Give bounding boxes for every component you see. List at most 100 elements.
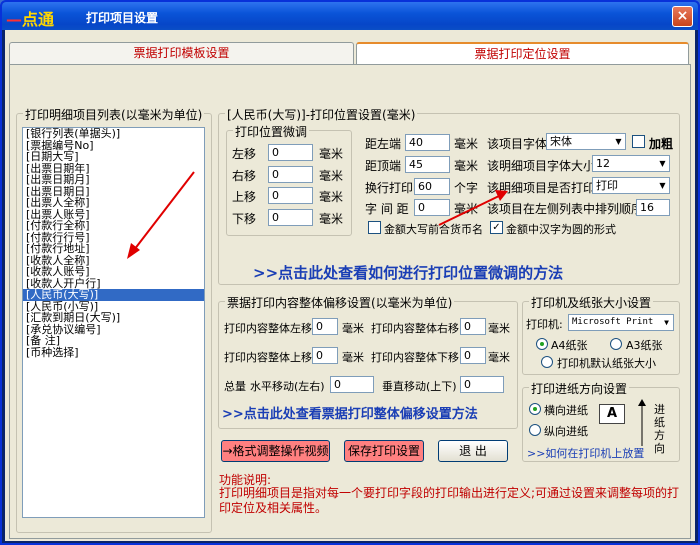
right-shift-label: 右移 [232,169,257,183]
currency-label: 金额大写前合货币名 [384,223,483,236]
item-listbox[interactable]: [银行列表(单据头)] [票据编号No] [日期大写] [出票日期年] [出票日期月][… [22,127,205,518]
print-settings-window: —点通 打印项目设置 × 票据打印模板设置 票据打印定位设置 打印明细项目列表(… [0,0,700,545]
circle-label: 金额中汉字为圆的形式 [506,223,616,236]
vert-label: 垂直移动(上下) [382,380,457,393]
app-logo: —点通 [6,10,55,29]
spacing-input[interactable]: 0 [414,199,450,216]
list-item[interactable]: [备 注] [23,335,204,347]
font-size-select[interactable]: 12 ▼ [592,155,670,172]
bold-checkbox[interactable] [632,135,645,148]
save-button[interactable]: 保存打印设置 [344,440,424,462]
feed-direction-label: 进纸方向 [654,403,665,455]
offset-down-unit: 毫米 [488,351,510,364]
offset-help-link[interactable]: >>点击此处查看票据打印整体偏移设置方法 [222,403,478,422]
list-item[interactable]: [人民币(大写)] [23,289,204,301]
offset-right-input[interactable]: 0 [460,318,486,335]
chevron-down-icon: ▼ [611,134,625,149]
order-input[interactable]: 16 [636,199,670,216]
offset-up-input[interactable]: 0 [312,347,338,364]
print-flag-select[interactable]: 打印 ▼ [592,177,670,194]
offset-up-unit: 毫米 [342,351,364,364]
list-item[interactable]: [银行列表(单据头)] [23,128,204,140]
bold-label: 加粗 [649,137,674,151]
top-margin-input[interactable]: 45 [405,156,450,173]
up-shift-input[interactable]: 0 [268,187,313,204]
tab-template-settings[interactable]: 票据打印模板设置 [9,42,354,64]
left-shift-label: 左移 [232,147,257,161]
up-shift-label: 上移 [232,190,257,204]
font-select[interactable]: 宋体 ▼ [546,133,626,150]
down-shift-unit: 毫米 [319,212,344,226]
list-item[interactable]: [出票日期月] [23,174,204,186]
list-item[interactable]: [日期大写] [23,151,204,163]
tab-position-settings[interactable]: 票据打印定位设置 [356,42,689,64]
offset-group-label: 票据打印内容整体偏移设置(以毫米为单位) [225,294,455,311]
title-bar[interactable]: —点通 打印项目设置 × [2,2,698,30]
paper-a4-radio[interactable] [536,338,548,350]
chevron-down-icon: ▼ [655,156,669,171]
down-shift-input[interactable]: 0 [268,209,313,226]
position-group-label: [人民币(大写)]-打印位置设置(毫米) [225,106,418,123]
circle-checkbox[interactable]: ✓ [490,221,503,234]
spacing-label: 字 间 距 [365,202,409,216]
left-shift-input[interactable]: 0 [268,144,313,161]
offset-down-label: 打印内容整体下移 [371,351,459,364]
client-area: 票据打印模板设置 票据打印定位设置 打印明细项目列表(以毫米为单位) [银行列表… [5,30,695,541]
paper-a3-radio[interactable] [610,338,622,350]
offset-left-input[interactable]: 0 [312,318,338,335]
tab-panel: 打印明细项目列表(以毫米为单位) [银行列表(单据头)] [票据编号No] [日期大… [9,64,691,539]
exit-button[interactable]: 退 出 [438,440,508,462]
feed-group-label: 打印进纸方向设置 [529,380,630,397]
currency-checkbox[interactable] [368,221,381,234]
list-item[interactable]: [收款人账号] [23,266,204,278]
total-label: 总量 [224,380,246,393]
horiz-input[interactable]: 0 [330,376,374,393]
up-shift-unit: 毫米 [319,190,344,204]
horiz-label: 水平移动(左右) [250,380,325,393]
feed-portrait-label: 纵向进纸 [544,425,588,438]
paper-default-label: 打印机默认纸张大小 [557,357,656,370]
wrap-label: 换行打印 [365,181,414,195]
spacing-unit: 毫米 [454,202,479,216]
video-button[interactable]: →格式调整操作视频 [221,440,330,462]
chevron-down-icon: ▼ [659,315,673,330]
feed-help-link[interactable]: >>如何在打印机上放置 [527,445,644,461]
item-list-label: 打印明细项目列表(以毫米为单位) [23,106,205,123]
feed-portrait-radio[interactable] [529,424,541,436]
printer-label: 打印机: [526,318,563,331]
left-margin-label: 距左端 [365,137,402,151]
chevron-down-icon: ▼ [655,178,669,193]
paper-default-radio[interactable] [541,356,553,368]
top-margin-unit: 毫米 [454,159,479,173]
right-shift-unit: 毫米 [319,169,344,183]
down-shift-label: 下移 [232,212,257,226]
list-item[interactable]: [付款行全称] [23,220,204,232]
paper-a3-label: A3纸张 [626,339,663,352]
wrap-unit: 个字 [454,181,479,195]
list-item[interactable]: [币种选择] [23,346,204,359]
feed-landscape-radio[interactable] [529,403,541,415]
fine-tune-label: 打印位置微调 [233,123,310,140]
printer-select[interactable]: Microsoft Print ▼ [568,314,674,331]
feed-landscape-label: 横向进纸 [544,404,588,417]
offset-left-unit: 毫米 [342,322,364,335]
list-item[interactable]: [出票人全称] [23,197,204,209]
right-shift-input[interactable]: 0 [268,166,313,183]
list-item[interactable]: [付款行地址] [23,243,204,255]
font-size-label: 该明细项目字体大小 [487,159,596,173]
top-margin-label: 距顶端 [365,159,402,173]
offset-left-label: 打印内容整体左移 [224,322,312,335]
paper-a4-label: A4纸张 [551,339,588,352]
font-label: 该项目字体 [487,137,548,151]
vert-input[interactable]: 0 [460,376,504,393]
offset-right-unit: 毫米 [488,322,510,335]
list-item[interactable]: [汇款到期日(大写)] [23,312,204,324]
paper-icon: A [599,404,625,424]
offset-down-input[interactable]: 0 [460,347,486,364]
wrap-input[interactable]: 60 [414,178,450,195]
fine-tune-help-link[interactable]: >>点击此处查看如何进行打印位置微调的方法 [253,262,563,283]
close-button[interactable]: × [672,6,693,27]
left-margin-input[interactable]: 40 [405,134,450,151]
left-margin-unit: 毫米 [454,137,479,151]
offset-right-label: 打印内容整体右移 [371,322,459,335]
